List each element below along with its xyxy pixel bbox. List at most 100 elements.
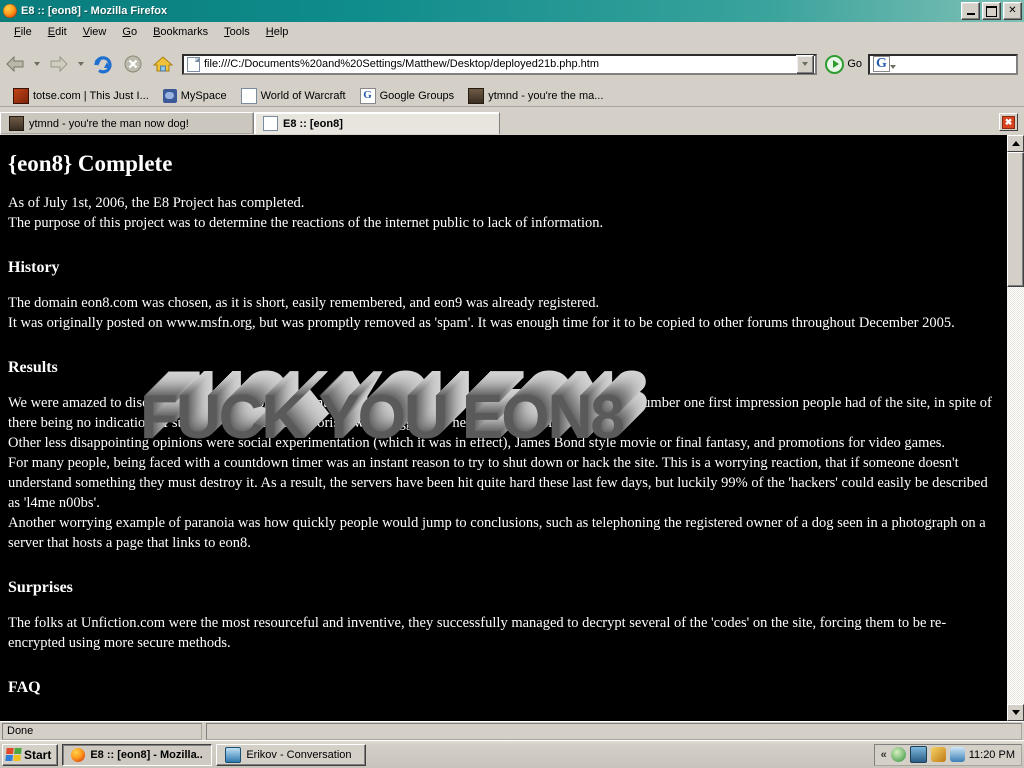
home-button[interactable] <box>148 49 178 79</box>
google-favicon-icon: G <box>359 87 376 104</box>
bookmark-label: Google Groups <box>379 89 455 102</box>
maximize-button[interactable] <box>982 2 1001 20</box>
scrollbar-track[interactable] <box>1007 152 1024 704</box>
results-line-4: Another worrying example of paranoia was… <box>8 515 986 551</box>
bookmarks-toolbar: totse.com | This Just I... MySpace World… <box>0 85 1024 107</box>
messenger-icon <box>225 746 242 763</box>
go-icon <box>825 54 845 74</box>
tab-label: E8 :: [eon8] <box>283 117 343 130</box>
search-input[interactable]: G <box>868 53 1018 75</box>
intro-line-1: As of July 1st, 2006, the E8 Project has… <box>8 195 305 211</box>
tab-ytmnd[interactable]: ytmnd - you're the man now dog! <box>0 112 254 134</box>
window-title: E8 :: [eon8] - Mozilla Firefox <box>21 5 168 17</box>
bookmark-label: ytmnd - you're the ma... <box>488 89 604 102</box>
taskbar-button-label: Erikov - Conversation <box>246 748 352 761</box>
generic-page-favicon-icon <box>263 116 278 131</box>
taskbar: Start E8 :: [eon8] - Mozilla... Erikov -… <box>0 740 1024 768</box>
menu-item-edit[interactable]: Edit <box>40 25 75 39</box>
bookmark-ytmnd[interactable]: ytmnd - you're the ma... <box>461 87 610 105</box>
menu-item-bookmarks[interactable]: Bookmarks <box>145 25 216 39</box>
back-button[interactable] <box>0 49 30 79</box>
address-bar-value: file:///C:/Documents%20and%20Settings/Ma… <box>204 58 600 70</box>
navigation-toolbar: file:///C:/Documents%20and%20Settings/Ma… <box>0 45 1024 83</box>
tab-bar: ytmnd - you're the man now dog! E8 :: [e… <box>0 108 1024 134</box>
menu-item-go[interactable]: Go <box>114 25 145 39</box>
link-icon[interactable] <box>930 747 946 762</box>
bookmark-google-groups[interactable]: G Google Groups <box>353 87 462 105</box>
taskbar-button-firefox[interactable]: E8 :: [eon8] - Mozilla... <box>62 743 213 766</box>
window-controls: ✕ <box>961 2 1022 20</box>
section-body-results: We were amazed to discover that the reac… <box>8 393 999 553</box>
menu-item-file[interactable]: FFileile <box>6 25 40 39</box>
close-tab-button[interactable]: ✖ <box>999 113 1018 131</box>
bookmark-totse[interactable]: totse.com | This Just I... <box>6 87 156 105</box>
totse-favicon-icon <box>13 87 29 104</box>
go-label: Go <box>847 58 862 70</box>
minimize-button[interactable] <box>961 2 980 20</box>
forward-dropdown-icon[interactable] <box>74 49 88 79</box>
menu-item-tools[interactable]: Tools <box>216 25 258 39</box>
messenger-icon[interactable] <box>949 747 965 762</box>
menu-item-view[interactable]: View <box>75 25 115 39</box>
windows-logo-icon <box>5 748 22 761</box>
history-line-1: The domain eon8.com was chosen, as it is… <box>8 295 600 311</box>
ytmnd-favicon-icon <box>9 116 24 131</box>
start-label: Start <box>24 747 52 762</box>
results-line-1: We were amazed to discover that the reac… <box>8 395 992 431</box>
vertical-scrollbar[interactable] <box>1007 135 1024 721</box>
start-button[interactable]: Start <box>2 743 59 766</box>
history-line-2: It was originally posted on www.msfn.org… <box>8 315 955 331</box>
menu-item-help[interactable]: Help <box>258 25 297 39</box>
page-icon <box>187 56 200 72</box>
bookmark-label: World of Warcraft <box>260 89 346 102</box>
section-body-surprises: The folks at Unfiction.com were the most… <box>8 615 947 651</box>
scroll-up-button[interactable] <box>1007 135 1024 152</box>
tab-e8-eon8[interactable]: E8 :: [eon8] <box>254 112 500 134</box>
tab-label: ytmnd - you're the man now dog! <box>29 117 189 130</box>
results-line-3: For many people, being faced with a coun… <box>8 455 988 511</box>
status-bar: Done <box>0 721 1024 740</box>
status-secondary <box>206 722 1022 740</box>
scroll-down-button[interactable] <box>1007 704 1024 721</box>
taskbar-button-erikov-conversation[interactable]: Erikov - Conversation <box>216 743 367 766</box>
myspace-favicon-icon <box>162 88 177 103</box>
section-heading-faq: FAQ <box>8 679 41 696</box>
section-body-history: The domain eon8.com was chosen, as it is… <box>8 293 999 333</box>
search-engine-chevron-down-icon[interactable] <box>889 65 896 69</box>
forward-button[interactable] <box>44 49 74 79</box>
bookmark-world-of-warcraft[interactable]: World of Warcraft <box>234 87 353 105</box>
page-title: {eon8} Complete <box>8 151 173 176</box>
bookmark-myspace[interactable]: MySpace <box>156 88 234 104</box>
menu-bar: FFileile Edit View Go Bookmarks Tools He… <box>0 22 1024 41</box>
intro-line-2: The purpose of this project was to deter… <box>8 215 604 231</box>
go-button[interactable]: Go <box>819 54 868 74</box>
bookmark-label: MySpace <box>180 89 227 102</box>
google-icon[interactable]: G <box>873 56 890 72</box>
stop-button[interactable] <box>118 49 148 79</box>
browser-window: E8 :: [eon8] - Mozilla Firefox ✕ FFileil… <box>0 0 1024 740</box>
close-button[interactable]: ✕ <box>1003 2 1022 20</box>
close-icon: ✖ <box>1002 115 1015 129</box>
content-area: {eon8} Complete As of July 1st, 2006, th… <box>0 135 1024 721</box>
ytmnd-favicon-icon <box>468 87 485 104</box>
generic-page-favicon-icon <box>240 87 257 104</box>
section-heading-surprises: Surprises <box>8 579 73 596</box>
section-heading-results: Results <box>8 359 58 376</box>
firefox-icon <box>3 4 17 18</box>
scrollbar-thumb[interactable] <box>1007 152 1024 287</box>
page-intro: As of July 1st, 2006, the E8 Project has… <box>8 193 999 233</box>
back-dropdown-icon[interactable] <box>30 49 44 79</box>
address-bar[interactable]: file:///C:/Documents%20and%20Settings/Ma… <box>182 53 818 75</box>
tray-expand-icon[interactable]: « <box>881 749 887 761</box>
antivirus-icon[interactable] <box>890 747 906 762</box>
address-dropdown-button[interactable] <box>796 54 815 74</box>
display-icon[interactable] <box>909 746 927 763</box>
tray-clock[interactable]: 11:20 PM <box>969 749 1015 761</box>
section-heading-history: History <box>8 259 60 276</box>
page-document: {eon8} Complete As of July 1st, 2006, th… <box>0 135 1007 721</box>
firefox-icon <box>71 747 86 762</box>
taskbar-button-label: E8 :: [eon8] - Mozilla... <box>90 748 204 761</box>
status-text: Done <box>2 722 202 740</box>
reload-button[interactable] <box>88 49 118 79</box>
system-tray: « 11:20 PM <box>873 743 1022 766</box>
